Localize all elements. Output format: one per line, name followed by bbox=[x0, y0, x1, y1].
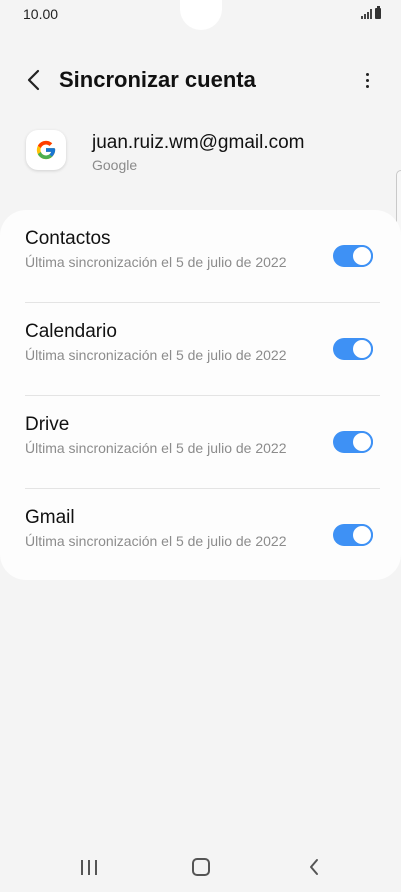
sync-item-contactos[interactable]: Contactos Última sincronización el 5 de … bbox=[0, 210, 401, 303]
sync-toggle-drive[interactable] bbox=[333, 431, 373, 453]
account-email: juan.ruiz.wm@gmail.com bbox=[92, 132, 305, 153]
sync-item-drive[interactable]: Drive Última sincronización el 5 de juli… bbox=[0, 396, 401, 489]
status-bar: 10.00 bbox=[0, 0, 401, 32]
page-title: Sincronizar cuenta bbox=[59, 67, 256, 92]
account-header: juan.ruiz.wm@gmail.com Google bbox=[0, 120, 401, 190]
sync-item-title: Drive bbox=[25, 414, 70, 435]
app-bar: Sincronizar cuenta bbox=[0, 55, 401, 105]
google-icon bbox=[26, 130, 66, 170]
navigation-bar bbox=[0, 842, 401, 892]
nav-back-button[interactable] bbox=[294, 852, 334, 882]
status-icons bbox=[361, 6, 381, 19]
recents-icon bbox=[81, 859, 97, 875]
status-time: 10.00 bbox=[23, 6, 59, 22]
more-vert-icon bbox=[365, 72, 369, 76]
sync-toggle-contactos[interactable] bbox=[333, 245, 373, 267]
signal-icon bbox=[361, 9, 372, 19]
nav-back-icon bbox=[310, 859, 318, 875]
home-button[interactable] bbox=[181, 852, 221, 882]
sync-item-subtitle: Última sincronización el 5 de julio de 2… bbox=[25, 254, 287, 270]
camera-notch bbox=[180, 0, 222, 30]
sync-item-subtitle: Última sincronización el 5 de julio de 2… bbox=[25, 347, 287, 363]
home-icon bbox=[192, 858, 210, 876]
sync-item-subtitle: Última sincronización el 5 de julio de 2… bbox=[25, 440, 287, 456]
sync-item-subtitle: Última sincronización el 5 de julio de 2… bbox=[25, 533, 287, 549]
sync-item-title: Calendario bbox=[25, 321, 117, 342]
sync-item-calendario[interactable]: Calendario Última sincronización el 5 de… bbox=[0, 303, 401, 396]
sync-item-title: Contactos bbox=[25, 228, 111, 249]
sync-toggle-calendario[interactable] bbox=[333, 338, 373, 360]
recents-button[interactable] bbox=[69, 852, 109, 882]
sync-items-card: Contactos Última sincronización el 5 de … bbox=[0, 210, 401, 580]
back-button[interactable] bbox=[14, 55, 54, 105]
battery-icon bbox=[375, 6, 381, 19]
sync-toggle-gmail[interactable] bbox=[333, 524, 373, 546]
back-arrow-icon bbox=[27, 69, 40, 91]
sync-item-title: Gmail bbox=[25, 507, 75, 528]
more-options-button[interactable] bbox=[351, 55, 383, 105]
sync-item-gmail[interactable]: Gmail Última sincronización el 5 de juli… bbox=[0, 489, 401, 582]
account-type: Google bbox=[92, 157, 138, 173]
